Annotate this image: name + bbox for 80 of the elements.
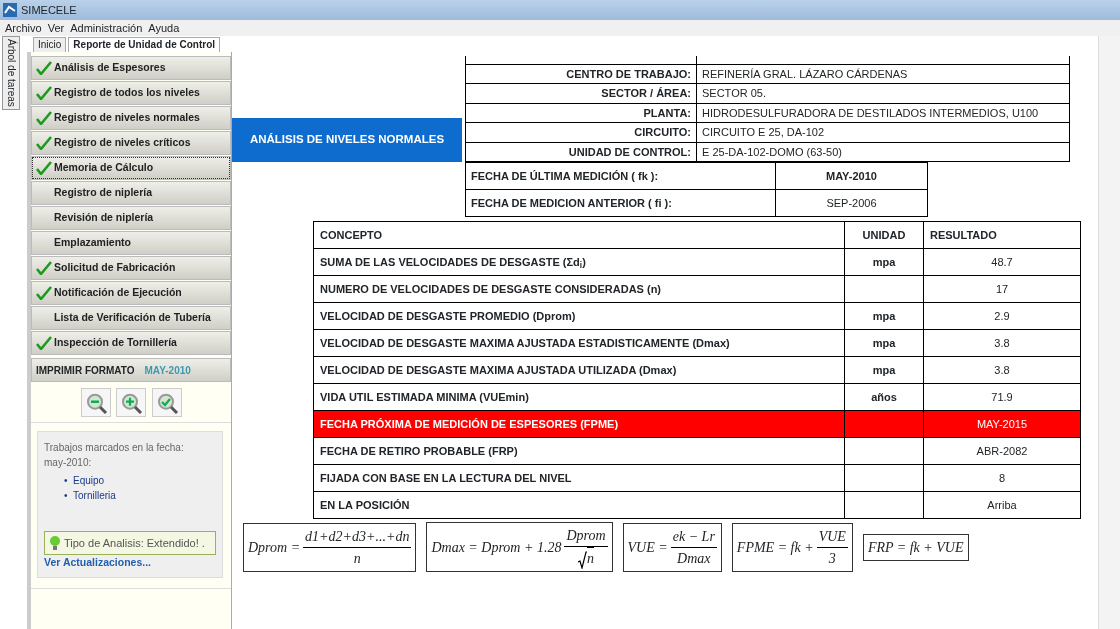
table-cell: NUMERO DE VELOCIDADES DE DESGASTE CONSIDERADAS (n)	[313, 275, 845, 303]
table-cell: FECHA DE RETIRO PROBABLE (FRP)	[313, 437, 845, 465]
magnifier-button[interactable]	[80, 387, 111, 417]
field-label: UNIDAD DE CONTROL:	[465, 142, 697, 162]
note-item[interactable]: Tornilleria	[73, 487, 116, 503]
field-label: SECTOR / ÁREA:	[465, 83, 697, 103]
field-value: REFINERÍA GRAL. LÁZARO CÁRDENAS	[696, 64, 1070, 84]
table-cell: VELOCIDAD DE DESGASTE MAXIMA AJUSTADA ESTADISTICAMENTE (Dmax)	[313, 329, 845, 357]
sidebar-item[interactable]: Memoria de Cálculo	[31, 156, 231, 180]
table-cell: VELOCIDAD DE DESGASTE PROMEDIO (Dprom)	[313, 302, 845, 330]
magnifier-button[interactable]	[116, 387, 146, 417]
magnifier-button[interactable]	[151, 387, 182, 417]
note-item[interactable]: Equipo	[73, 472, 105, 488]
tab[interactable]: Reporte de Unidad de Control	[68, 37, 221, 52]
print-label: IMPRIMIR FORMATO	[36, 363, 135, 378]
lightbulb-icon	[49, 535, 61, 551]
tip-text: Tipo de Analisis: Extendido! .	[64, 535, 205, 551]
notes-text: Trabajos marcados en la fecha: may-2010:	[44, 441, 185, 470]
menu-item[interactable]: Ver	[47, 19, 65, 37]
sidebar-item[interactable]: Registro de niveles normales	[31, 106, 231, 130]
table-cell: 3.8	[923, 356, 1081, 384]
scrollbar[interactable]	[1098, 36, 1120, 629]
menu-item[interactable]: Administración	[70, 19, 143, 37]
square-root-icon	[577, 551, 587, 569]
table-cell: mpa	[844, 329, 924, 357]
table-cell: mpa	[844, 356, 924, 384]
table-cell: años	[844, 383, 924, 411]
date-value: SEP-2006	[775, 189, 928, 217]
sidebar-item[interactable]: Solicitud de Fabricación	[31, 256, 231, 280]
bullet: •	[64, 473, 68, 488]
table-cell: 3.8	[923, 329, 1081, 357]
table-cell: VIDA UTIL ESTIMADA MINIMA (VUEmin)	[313, 383, 845, 411]
table-cell: MAY-2015	[923, 410, 1081, 438]
field-label: CENTRO DE TRABAJO:	[465, 64, 697, 84]
updates-link[interactable]: Ver Actualizaciones...	[44, 556, 151, 569]
menu-item[interactable]: Archivo	[5, 19, 42, 37]
table-cell: mpa	[844, 302, 924, 330]
sidebar-item[interactable]: Registro de todos los niveles	[31, 81, 231, 105]
field-value: HIDRODESULFURADORA DE DESTILADOS INTERMEDIOS, U100	[696, 103, 1070, 123]
field-label: PLANTA:	[465, 103, 697, 123]
sidebar-item[interactable]: Registro de niplería	[31, 181, 231, 205]
tab[interactable]: Inicio	[33, 37, 67, 52]
table-cell: 2.9	[923, 302, 1081, 330]
column-header: UNIDAD	[844, 221, 924, 249]
side-tab[interactable]: Árbol de tareas	[2, 36, 20, 110]
table-cell: FECHA PRÓXIMA DE MEDICIÓN DE ESPESORES (FPME)	[313, 410, 845, 438]
menu-item[interactable]: Ayuda	[148, 19, 180, 37]
date-label: FECHA DE MEDICION ANTERIOR ( fi ):	[465, 189, 776, 217]
sidebar-item[interactable]: Análisis de Espesores	[31, 56, 231, 80]
date-label: FECHA DE ÚLTIMA MEDICIÓN ( fk ):	[465, 162, 776, 190]
app-icon	[3, 3, 17, 17]
window-title: SIMECELE	[21, 2, 77, 18]
table-cell: mpa	[844, 248, 924, 276]
table-cell: 48.7	[923, 248, 1081, 276]
print-date: MAY-2010	[144, 363, 191, 378]
table-cell: ABR-2082	[923, 437, 1081, 465]
bullet: •	[64, 488, 68, 503]
field-value: SECTOR 05.	[696, 83, 1070, 103]
sidebar-item[interactable]: Notificación de Ejecución	[31, 281, 231, 305]
table-cell: FIJADA CON BASE EN LA LECTURA DEL NIVEL	[313, 464, 845, 492]
table-cell: EN LA POSICIÓN	[313, 491, 845, 519]
section-title: ANÁLISIS DE NIVELES NORMALES	[232, 118, 462, 162]
field-value: E 25-DA-102-DOMO (63-50)	[696, 142, 1070, 162]
table-cell: VELOCIDAD DE DESGASTE MAXIMA AJUSTADA UTILIZADA (Dmax)	[313, 356, 845, 384]
formula: FRP = fk + VUE	[862, 533, 969, 561]
column-header: RESULTADO	[923, 221, 1081, 249]
sidebar-item[interactable]: Registro de niveles críticos	[31, 131, 231, 155]
date-value: MAY-2010	[775, 162, 928, 190]
table-cell: 17	[923, 275, 1081, 303]
table-cell: 8	[923, 464, 1081, 492]
sidebar-item[interactable]: Lista de Verificación de Tubería	[31, 306, 231, 330]
sidebar-item[interactable]: Revisión de niplería	[31, 206, 231, 230]
sidebar-item[interactable]: Inspección de Tornillería	[31, 331, 231, 355]
field-value: CIRCUITO E 25, DA-102	[696, 122, 1070, 142]
table-cell: SUMA DE LAS VELOCIDADES DE DESGASTE (Σd$_{i}$)	[313, 248, 845, 276]
sidebar-item[interactable]: Emplazamiento	[31, 231, 231, 255]
table-cell: 71.9	[923, 383, 1081, 411]
column-header: CONCEPTO	[313, 221, 845, 249]
field-label: CIRCUITO:	[465, 122, 697, 142]
table-cell: Arriba	[923, 491, 1081, 519]
